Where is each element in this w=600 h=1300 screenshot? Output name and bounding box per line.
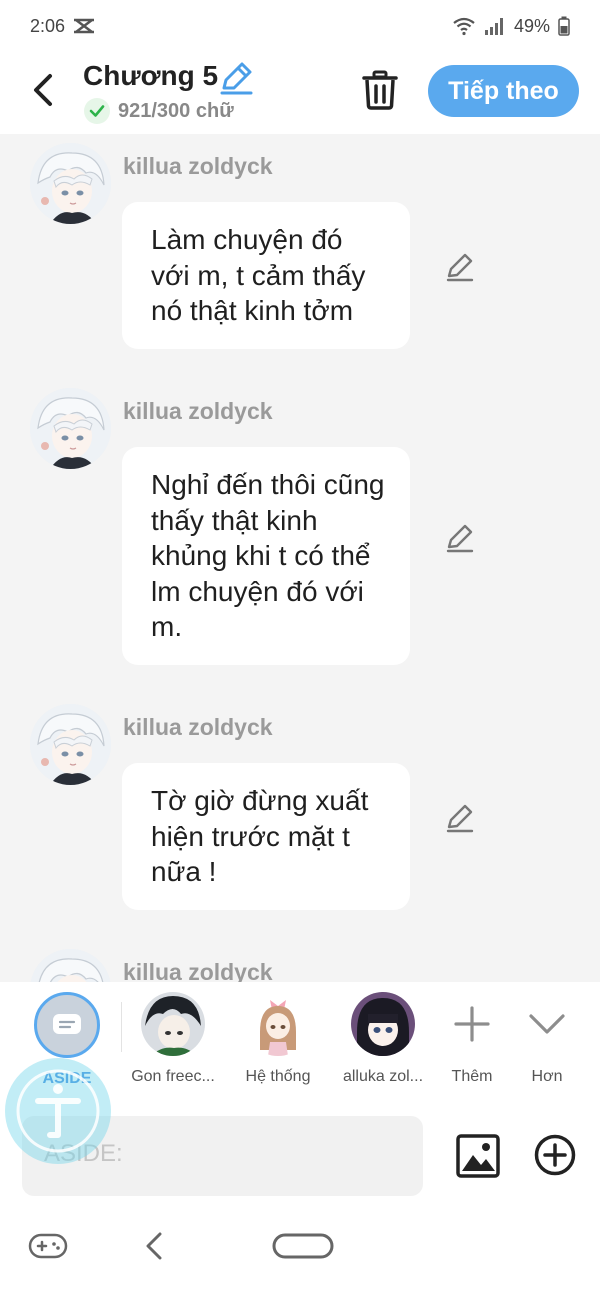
- game-button[interactable]: [28, 1232, 68, 1260]
- add-button[interactable]: [533, 1133, 577, 1177]
- message-bubble[interactable]: Làm chuyện đó với m, t cảm thấy nó thật …: [122, 202, 410, 349]
- gamepad-icon: [28, 1233, 68, 1259]
- edit-message-button[interactable]: [444, 251, 476, 283]
- edit-message-button[interactable]: [444, 802, 476, 834]
- app-header: Chương 5 921/300 chữ Tiếp theo: [0, 52, 600, 134]
- signal-icon: [484, 18, 503, 35]
- battery-icon: [558, 16, 570, 36]
- character-label: alluka zol...: [342, 1068, 424, 1085]
- avatar-system: [246, 992, 310, 1056]
- message-bubble[interactable]: Nghỉ đến thôi cũng thấy thật kinh khủng …: [122, 447, 410, 665]
- pencil-icon: [446, 253, 474, 282]
- more-characters-button[interactable]: Hơn: [497, 992, 597, 1086]
- floating-t-button[interactable]: [5, 1058, 111, 1164]
- sender-name: killua zoldyck: [123, 398, 273, 424]
- notification-icon: [74, 18, 95, 34]
- chevron-down-icon: [515, 992, 579, 1056]
- avatar[interactable]: [30, 704, 111, 785]
- battery-percent: 49%: [513, 15, 550, 36]
- word-count: 921/300 chữ: [84, 98, 234, 124]
- t-logo-icon: [16, 1069, 100, 1153]
- system-nav-bar: [0, 1196, 600, 1300]
- wifi-icon: [453, 17, 475, 36]
- character-gon[interactable]: Gon freec...: [123, 992, 223, 1086]
- next-button[interactable]: Tiếp theo: [428, 65, 579, 117]
- nav-back-icon: [146, 1232, 162, 1260]
- word-count-text: 921/300 chữ: [118, 99, 234, 122]
- status-bar: 2:06 49%: [0, 0, 600, 52]
- chapter-title: Chương 5: [83, 60, 219, 91]
- avatar[interactable]: [30, 143, 111, 224]
- trash-icon: [362, 70, 398, 110]
- status-time: 2:06: [30, 15, 66, 36]
- check-icon: [84, 98, 110, 124]
- plus-icon: [440, 992, 504, 1056]
- sender-name: killua zoldyck: [123, 714, 273, 740]
- aside-icon: [34, 992, 100, 1058]
- home-pill-icon: [272, 1233, 334, 1259]
- avatar[interactable]: [30, 949, 111, 982]
- character-alluka[interactable]: alluka zol...: [333, 992, 433, 1086]
- avatar-alluka: [351, 992, 415, 1056]
- back-arrow-icon: [34, 74, 52, 106]
- nav-back-button[interactable]: [142, 1232, 166, 1260]
- insert-image-button[interactable]: [455, 1133, 501, 1179]
- back-button[interactable]: [22, 68, 62, 112]
- avatar-gon: [141, 992, 205, 1056]
- delete-button[interactable]: [358, 68, 402, 112]
- chat-area[interactable]: killua zoldyck Làm chuyện đó với m, t cả…: [0, 134, 600, 982]
- character-label: Hệ thống: [245, 1068, 311, 1085]
- pencil-icon: [220, 62, 253, 95]
- character-label: Hơn: [531, 1068, 563, 1085]
- separator: [121, 1002, 122, 1052]
- pencil-icon: [446, 524, 474, 553]
- avatar[interactable]: [30, 388, 111, 469]
- pencil-icon: [446, 804, 474, 833]
- image-icon: [456, 1134, 500, 1178]
- nav-home-button[interactable]: [272, 1232, 334, 1260]
- edit-title-button[interactable]: [218, 60, 254, 96]
- character-system[interactable]: Hệ thống: [228, 992, 328, 1086]
- message-bubble[interactable]: Tờ giờ đừng xuất hiện trước mặt t nữa !: [122, 763, 410, 910]
- sender-name: killua zoldyck: [123, 959, 273, 982]
- sender-name: killua zoldyck: [123, 153, 273, 179]
- character-label: Gon freec...: [131, 1068, 215, 1085]
- add-circle-icon: [534, 1134, 576, 1176]
- edit-message-button[interactable]: [444, 522, 476, 554]
